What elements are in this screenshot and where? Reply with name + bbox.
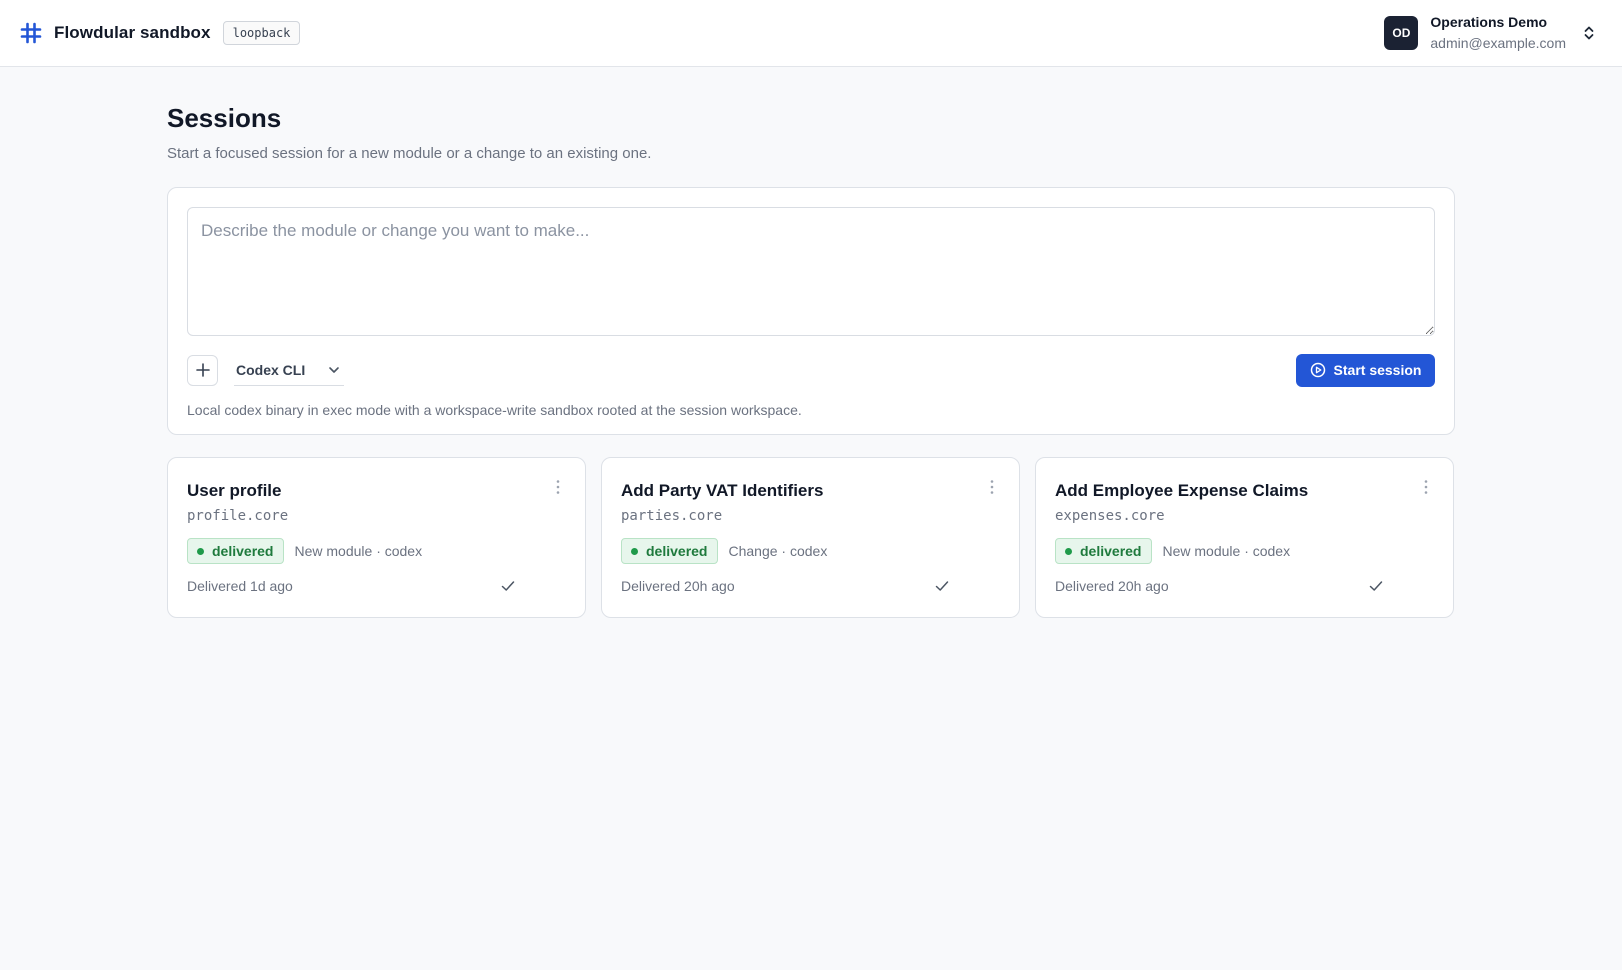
page-subtitle: Start a focused session for a new module… (167, 145, 652, 162)
session-meta: delivered New module · codex (1055, 538, 1434, 564)
start-session-label: Start session (1333, 362, 1422, 378)
session-footer: Delivered 20h ago (621, 578, 1000, 594)
session-time: Delivered 1d ago (187, 578, 293, 594)
session-title: User profile (187, 481, 282, 500)
agent-select-value: Codex CLI (236, 361, 306, 378)
status-label: delivered (1080, 543, 1142, 559)
status-dot (631, 547, 638, 555)
session-prompt-input[interactable] (187, 207, 1435, 336)
session-time: Delivered 20h ago (1055, 578, 1169, 594)
session-footer: Delivered 20h ago (1055, 578, 1434, 594)
account-name: Operations Demo (1430, 14, 1548, 30)
agent-description: Local codex binary in exec mode with a w… (187, 402, 802, 418)
play-circle-icon (1310, 362, 1325, 378)
session-card[interactable]: User profile profile.core delivered New … (167, 457, 586, 618)
plus-icon (195, 363, 210, 377)
session-card[interactable]: Add Party VAT Identifiers parties.core d… (601, 457, 1020, 618)
session-card[interactable]: Add Employee Expense Claims expenses.cor… (1035, 457, 1454, 618)
session-cards: User profile profile.core delivered New … (167, 457, 1455, 618)
avatar: OD (1384, 16, 1419, 50)
environment-badge: loopback (222, 21, 301, 45)
agent-select[interactable]: Codex CLI (234, 355, 344, 386)
status-badge: delivered (621, 538, 719, 564)
session-module: profile.core (187, 508, 289, 524)
session-kind: Change · codex (728, 543, 828, 559)
composer-controls: Codex CLI Start session (187, 353, 1435, 387)
check-icon (501, 581, 515, 591)
chevron-up-down-icon (1584, 26, 1594, 40)
status-dot (1065, 547, 1072, 555)
session-composer: Codex CLI Start session Local codex bina… (167, 187, 1455, 435)
session-module: expenses.core (1055, 508, 1165, 524)
session-module: parties.core (621, 508, 723, 524)
hash-logo-icon (20, 22, 42, 44)
account-switcher[interactable]: OD Operations Demo admin@example.com (1384, 13, 1596, 53)
account-email: admin@example.com (1430, 35, 1566, 51)
session-title: Add Party VAT Identifiers (621, 481, 824, 500)
status-badge: delivered (1055, 538, 1153, 564)
session-footer: Delivered 1d ago (187, 578, 566, 594)
check-icon (935, 581, 949, 591)
start-session-button[interactable]: Start session (1296, 353, 1435, 387)
session-kind: New module · codex (294, 543, 423, 559)
status-badge: delivered (187, 538, 285, 564)
page-title: Sessions (167, 103, 282, 133)
session-meta: delivered Change · codex (621, 538, 1000, 564)
main-content: Sessions Start a focused session for a n… (167, 67, 1455, 618)
brand[interactable]: Flowdular sandbox loopback (20, 21, 301, 45)
kebab-icon[interactable] (987, 478, 997, 496)
top-bar: Flowdular sandbox loopback OD Operations… (0, 0, 1622, 67)
status-label: delivered (646, 543, 708, 559)
status-dot (197, 547, 204, 555)
app-name: Flowdular sandbox (54, 23, 211, 42)
session-title: Add Employee Expense Claims (1055, 481, 1309, 500)
account-details: Operations Demo admin@example.com (1430, 13, 1566, 53)
status-label: delivered (212, 543, 274, 559)
session-kind: New module · codex (1162, 543, 1291, 559)
add-attachment-button[interactable] (187, 354, 218, 386)
session-meta: delivered New module · codex (187, 538, 566, 564)
kebab-icon[interactable] (1421, 478, 1431, 496)
check-icon (1369, 581, 1383, 591)
kebab-icon[interactable] (553, 478, 563, 496)
chevron-down-icon (329, 366, 339, 373)
session-time: Delivered 20h ago (621, 578, 735, 594)
